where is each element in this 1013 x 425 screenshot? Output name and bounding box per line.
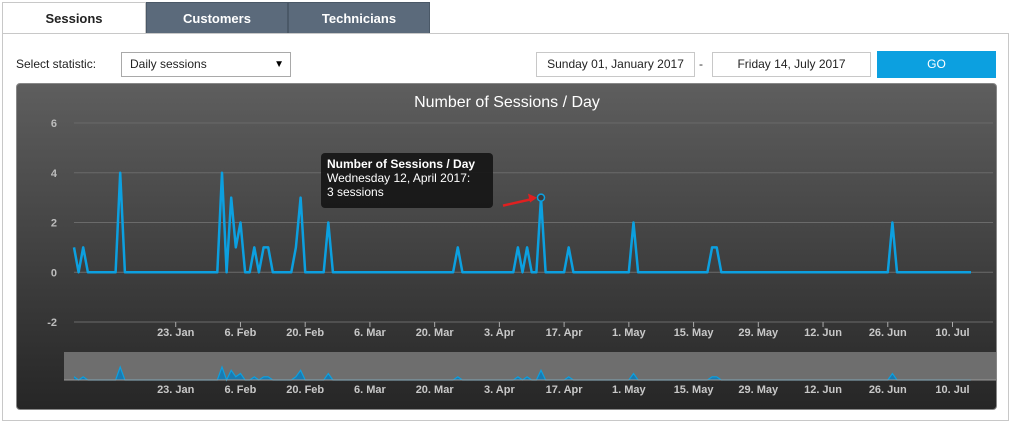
highlighted-point xyxy=(536,193,546,202)
navigator-tick-label: 10. Jul xyxy=(935,384,969,396)
navigator-tick-label: 12. Jun xyxy=(804,384,842,396)
y-axis-labels: 6 4 2 0 -2 xyxy=(47,118,58,329)
chart-tooltip: Number of Sessions / Day Wednesday 12, A… xyxy=(321,153,493,208)
navigator-tick-label: 1. May xyxy=(612,384,647,396)
x-tick-label: 12. Jun xyxy=(804,327,842,339)
x-tick-label: 3. Apr xyxy=(484,327,515,339)
navigator[interactable]: 23. Jan 6. Feb 20. Feb 6. Mar 20. Mar 3. Apr 1… xyxy=(64,352,997,396)
sessions-chart: Number of Sessions / Day 6 4 2 0 -2 23. Jan 6… xyxy=(16,83,997,410)
x-tick-label: 20. Mar xyxy=(416,327,455,339)
navigator-tick-label: 6. Mar xyxy=(354,384,387,396)
navigator-tick-label: 6. Feb xyxy=(225,384,257,396)
go-button[interactable]: GO xyxy=(877,51,996,78)
navigator-tick-label: 20. Mar xyxy=(416,384,455,396)
navigator-range xyxy=(64,352,996,380)
statistic-label: Select statistic: xyxy=(16,57,97,71)
y-tick-label: 4 xyxy=(51,168,58,180)
x-tick-label: 15. May xyxy=(674,327,715,339)
x-tick-label: 20. Feb xyxy=(286,327,324,339)
y-tick-label: 2 xyxy=(51,218,57,230)
navigator-tick-label: 26. Jun xyxy=(869,384,907,396)
x-tick-label: 29. May xyxy=(738,327,779,339)
y-tick-label: 0 xyxy=(51,267,57,279)
navigator-tick-label: 15. May xyxy=(674,384,715,396)
date-from-input[interactable]: Sunday 01, January 2017 xyxy=(536,52,695,77)
tooltip-date: Wednesday 12, April 2017: xyxy=(327,171,471,185)
tab-sessions[interactable]: Sessions xyxy=(2,2,146,34)
tooltip-value: 3 sessions xyxy=(327,185,384,199)
y-tick-label: 6 xyxy=(51,118,57,130)
dropdown-arrow-icon: ▼ xyxy=(274,59,284,70)
tab-technicians[interactable]: Technicians xyxy=(288,2,430,34)
tooltip-pointer xyxy=(502,193,537,207)
tab-bar: Sessions Customers Technicians xyxy=(2,2,430,34)
x-tick-label: 17. Apr xyxy=(546,327,584,339)
tab-customers[interactable]: Customers xyxy=(146,2,288,34)
x-tick-label: 23. Jan xyxy=(157,327,195,339)
tooltip-title: Number of Sessions / Day xyxy=(327,157,476,171)
grid-lines xyxy=(74,122,993,327)
chart-title: Number of Sessions / Day xyxy=(414,94,600,111)
x-tick-label: 6. Feb xyxy=(225,327,257,339)
x-tick-label: 26. Jun xyxy=(869,327,907,339)
pointer-arrow-head xyxy=(527,193,537,203)
statistic-select[interactable]: Daily sessions ▼ xyxy=(121,52,291,77)
navigator-tick-label: 3. Apr xyxy=(484,384,515,396)
navigator-tick-label: 17. Apr xyxy=(546,384,584,396)
y-tick-label: -2 xyxy=(47,317,57,329)
navigator-tick-label: 20. Feb xyxy=(286,384,324,396)
navigator-tick-label: 29. May xyxy=(738,384,779,396)
x-tick-label: 6. Mar xyxy=(354,327,387,339)
chart-svg: Number of Sessions / Day 6 4 2 0 -2 23. Jan 6… xyxy=(47,94,997,396)
x-tick-label: 1. May xyxy=(612,327,647,339)
x-tick-label: 10. Jul xyxy=(935,327,969,339)
date-separator: - xyxy=(699,57,703,71)
navigator-tick-label: 23. Jan xyxy=(157,384,195,396)
statistic-select-value: Daily sessions xyxy=(130,57,207,71)
date-to-input[interactable]: Friday 14, July 2017 xyxy=(712,52,871,77)
x-axis-labels: 23. Jan 6. Feb 20. Feb 6. Mar 20. Mar 3. Apr 1… xyxy=(157,327,970,339)
